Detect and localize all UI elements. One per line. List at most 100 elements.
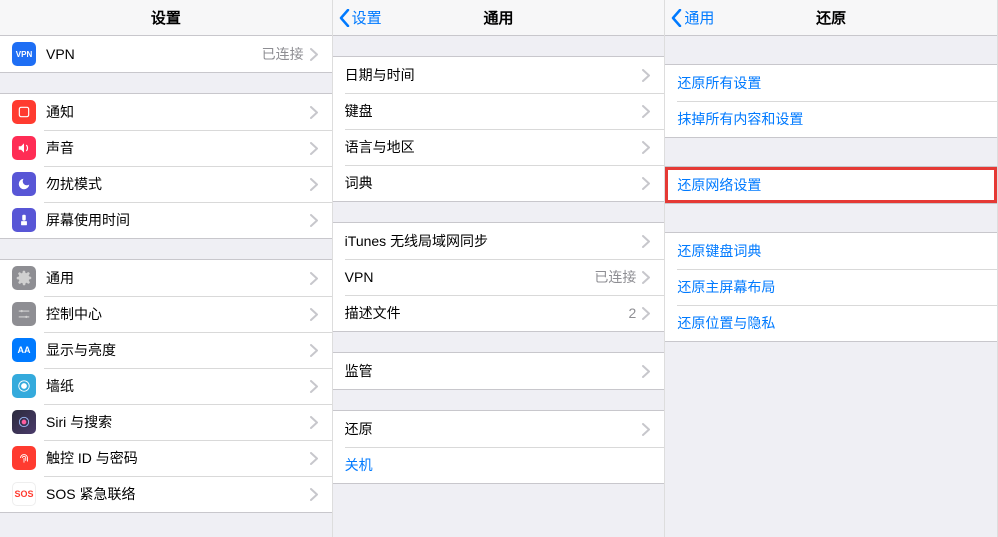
row-supervision[interactable]: 监管 [333, 353, 665, 389]
reset-group: 还原键盘词典还原主屏幕布局还原位置与隐私 [665, 232, 997, 342]
notifications-icon [12, 100, 36, 124]
chevron-right-icon [310, 308, 318, 321]
back-button[interactable]: 设置 [339, 7, 382, 28]
row-profiles[interactable]: 描述文件2 [333, 295, 665, 331]
chevron-right-icon [642, 235, 650, 248]
row-label: VPN [46, 46, 262, 62]
row-vpn-general[interactable]: VPN已连接 [333, 259, 665, 295]
row-label: 控制中心 [46, 304, 310, 324]
settings-group: VPNVPN已连接 [0, 36, 332, 73]
row-language-region[interactable]: 语言与地区 [333, 129, 665, 165]
screen-time-icon [12, 208, 36, 232]
row-label: 还原 [345, 419, 643, 439]
chevron-left-icon [671, 9, 682, 27]
row-label: 监管 [345, 361, 643, 381]
row-label: Siri 与搜索 [46, 412, 310, 432]
row-label: 词典 [345, 173, 643, 193]
chevron-right-icon [310, 380, 318, 393]
settings-group: 通知声音勿扰模式屏幕使用时间 [0, 93, 332, 239]
row-general[interactable]: 通用 [0, 260, 332, 296]
row-reset-location-privacy[interactable]: 还原位置与隐私 [665, 305, 997, 341]
page-title: 通用 [484, 7, 514, 28]
row-label: 还原主屏幕布局 [677, 277, 983, 297]
chevron-right-icon [310, 488, 318, 501]
row-label: 声音 [46, 138, 310, 158]
row-label: 还原位置与隐私 [677, 313, 983, 333]
row-wallpaper[interactable]: 墙纸 [0, 368, 332, 404]
row-control-center[interactable]: 控制中心 [0, 296, 332, 332]
row-label: 屏幕使用时间 [46, 210, 310, 230]
siri-icon [12, 410, 36, 434]
row-label: VPN [345, 269, 595, 285]
row-label: 还原所有设置 [677, 73, 983, 93]
general-group: 日期与时间键盘语言与地区词典 [333, 56, 665, 202]
wallpaper-icon [12, 374, 36, 398]
chevron-right-icon [642, 177, 650, 190]
back-label: 设置 [352, 7, 382, 28]
settings-panel: 设置 VPNVPN已连接通知声音勿扰模式屏幕使用时间通用控制中心AA显示与亮度墙… [0, 0, 333, 537]
row-label: 关机 [345, 455, 651, 475]
chevron-right-icon [310, 214, 318, 227]
row-do-not-disturb[interactable]: 勿扰模式 [0, 166, 332, 202]
row-date-time[interactable]: 日期与时间 [333, 57, 665, 93]
chevron-right-icon [310, 178, 318, 191]
row-vpn[interactable]: VPNVPN已连接 [0, 36, 332, 72]
general-icon [12, 266, 36, 290]
row-label: 语言与地区 [345, 137, 643, 157]
row-reset-keyboard-dict[interactable]: 还原键盘词典 [665, 233, 997, 269]
row-siri[interactable]: Siri 与搜索 [0, 404, 332, 440]
chevron-right-icon [642, 105, 650, 118]
settings-list[interactable]: VPNVPN已连接通知声音勿扰模式屏幕使用时间通用控制中心 AA显示与亮度墙纸 Si… [0, 36, 332, 537]
row-label: 通用 [46, 268, 310, 288]
settings-group: 通用控制中心 AA显示与亮度墙纸 Siri 与搜索触控 ID 与密码 SOS SOS 紧… [0, 259, 332, 513]
row-screen-time[interactable]: 屏幕使用时间 [0, 202, 332, 238]
row-dictionary[interactable]: 词典 [333, 165, 665, 201]
row-reset[interactable]: 还原 [333, 411, 665, 447]
row-label: 日期与时间 [345, 65, 643, 85]
chevron-right-icon [310, 272, 318, 285]
row-erase-all[interactable]: 抹掉所有内容和设置 [665, 101, 997, 137]
row-sos[interactable]: SOS SOS 紧急联络 [0, 476, 332, 512]
row-reset-network[interactable]: 还原网络设置 [665, 167, 997, 203]
chevron-right-icon [642, 365, 650, 378]
back-button[interactable]: 通用 [671, 7, 714, 28]
reset-group: 还原网络设置 [665, 166, 997, 204]
reset-list[interactable]: 还原所有设置抹掉所有内容和设置还原网络设置还原键盘词典还原主屏幕布局还原位置与隐… [665, 36, 997, 537]
general-panel: 设置 通用 日期与时间键盘语言与地区词典 iTunes 无线局域网同步 VPN已连接… [333, 0, 666, 537]
row-label: 通知 [46, 102, 310, 122]
row-sounds[interactable]: 声音 [0, 130, 332, 166]
row-label: iTunes 无线局域网同步 [345, 231, 643, 251]
row-reset-all-settings[interactable]: 还原所有设置 [665, 65, 997, 101]
chevron-right-icon [642, 69, 650, 82]
sos-icon: SOS [12, 482, 36, 506]
chevron-left-icon [339, 9, 350, 27]
row-notifications[interactable]: 通知 [0, 94, 332, 130]
chevron-right-icon [642, 141, 650, 154]
navbar: 设置 通用 [333, 0, 665, 36]
chevron-right-icon [642, 307, 650, 320]
row-display[interactable]: AA显示与亮度 [0, 332, 332, 368]
row-itunes-wifi-sync[interactable]: iTunes 无线局域网同步 [333, 223, 665, 259]
row-label: 墙纸 [46, 376, 310, 396]
general-list[interactable]: 日期与时间键盘语言与地区词典 iTunes 无线局域网同步 VPN已连接描述文件2 监… [333, 36, 665, 537]
general-group: 监管 [333, 352, 665, 390]
row-keyboard[interactable]: 键盘 [333, 93, 665, 129]
row-label: SOS 紧急联络 [46, 484, 310, 504]
chevron-right-icon [310, 142, 318, 155]
chevron-right-icon [310, 452, 318, 465]
row-label: 还原网络设置 [677, 175, 983, 195]
reset-panel: 通用 还原 还原所有设置抹掉所有内容和设置还原网络设置还原键盘词典还原主屏幕布局… [665, 0, 998, 537]
chevron-right-icon [310, 48, 318, 61]
row-label: 抹掉所有内容和设置 [677, 109, 983, 129]
control-center-icon [12, 302, 36, 326]
row-label: 还原键盘词典 [677, 241, 983, 261]
row-reset-home-layout[interactable]: 还原主屏幕布局 [665, 269, 997, 305]
general-group: 还原关机 [333, 410, 665, 484]
row-detail: 已连接 [262, 44, 304, 64]
reset-group: 还原所有设置抹掉所有内容和设置 [665, 64, 997, 138]
row-detail: 2 [629, 305, 637, 321]
chevron-right-icon [642, 423, 650, 436]
row-shutdown[interactable]: 关机 [333, 447, 665, 483]
row-touchid[interactable]: 触控 ID 与密码 [0, 440, 332, 476]
chevron-right-icon [310, 106, 318, 119]
